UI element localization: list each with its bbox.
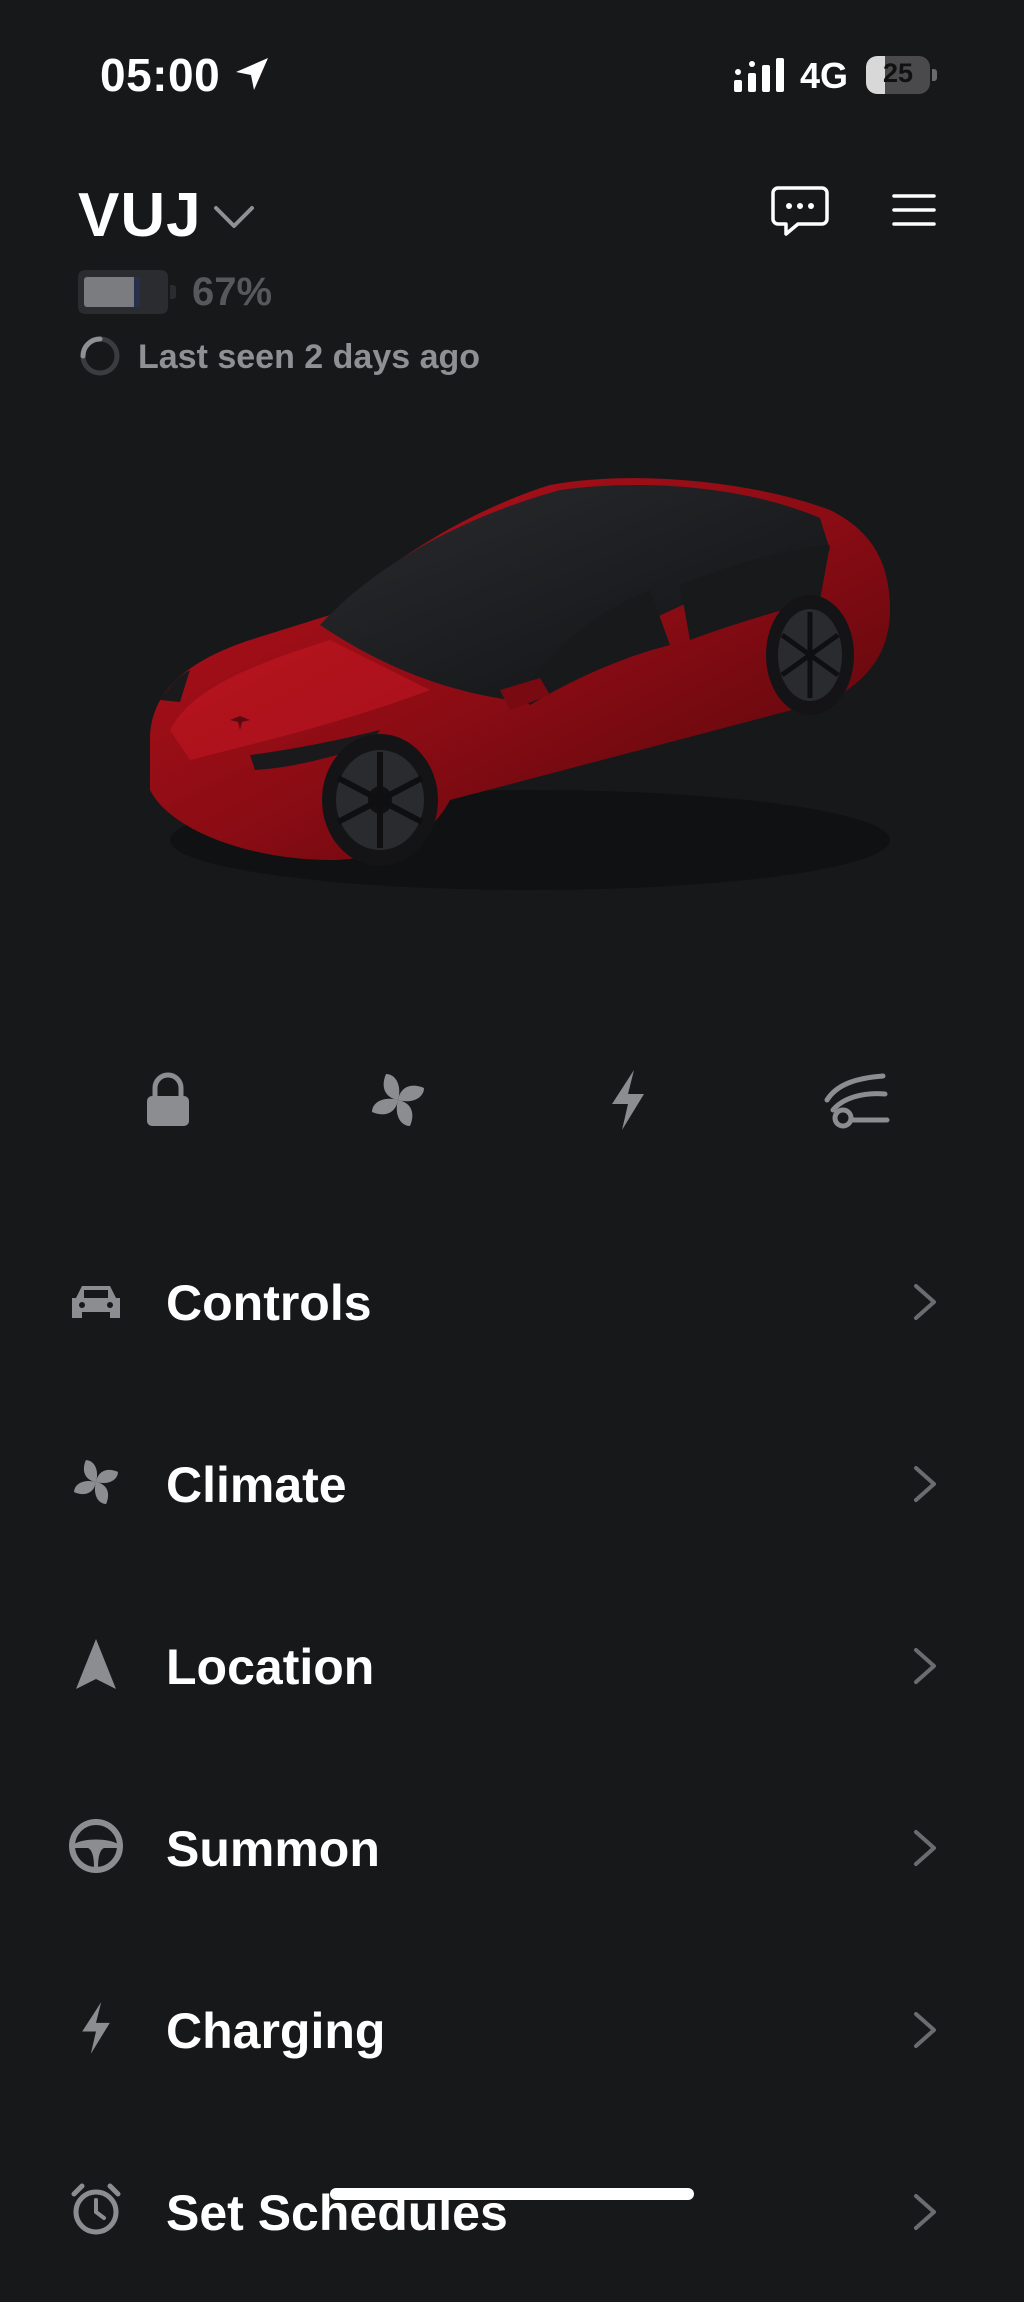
fan-icon <box>66 1452 126 1512</box>
menu-item-controls[interactable]: Controls <box>0 1210 1024 1392</box>
menu-item-label: Climate <box>166 1457 347 1513</box>
home-indicator[interactable] <box>330 2188 694 2200</box>
car-icon <box>66 1270 126 1330</box>
charge-button[interactable] <box>588 1060 668 1140</box>
chevron-right-icon <box>914 1466 936 1502</box>
menu-item-label: Charging <box>166 2003 386 2059</box>
vehicle-battery-icon <box>78 270 178 314</box>
climate-button[interactable] <box>358 1060 438 1140</box>
chevron-right-icon <box>914 2194 936 2230</box>
message-icon[interactable] <box>770 184 830 238</box>
menu-item-label: Location <box>166 1639 375 1695</box>
chevron-right-icon <box>914 2012 936 2048</box>
frunk-button[interactable] <box>818 1060 898 1140</box>
phone-battery-level: 25 <box>882 58 914 88</box>
bolt-icon <box>66 1998 126 2058</box>
chevron-right-icon <box>914 1648 936 1684</box>
chevron-right-icon <box>914 1284 936 1320</box>
status-bar: 05:00 4G 25 <box>0 0 1024 150</box>
network-type: 4G <box>800 55 849 96</box>
vehicle-name[interactable]: VUJ <box>78 180 202 251</box>
last-seen-status: Last seen 2 days ago <box>138 338 481 376</box>
lock-button[interactable] <box>128 1060 208 1140</box>
lock-icon <box>147 1072 189 1126</box>
phone-battery-icon: 25 <box>866 56 938 94</box>
menu-item-summon[interactable]: Summon <box>0 1756 1024 1938</box>
menu-item-label: Controls <box>166 1275 372 1331</box>
frunk-icon <box>824 1073 890 1129</box>
menu-item-climate[interactable]: Climate <box>0 1392 1024 1574</box>
steering-wheel-icon <box>66 1816 126 1876</box>
menu-item-label: Summon <box>166 1821 380 1877</box>
menu-item-set-schedules[interactable]: Set Schedules <box>0 2120 1024 2302</box>
vehicle-battery-percent: 67% <box>192 270 273 314</box>
vehicle-image <box>150 478 890 890</box>
fan-icon <box>372 1074 424 1126</box>
location-arrow-icon <box>236 58 268 90</box>
chevron-down-icon[interactable] <box>212 202 256 232</box>
menu-item-location[interactable]: Location <box>0 1574 1024 1756</box>
cellular-signal-icon <box>734 58 784 92</box>
menu-item-charging[interactable]: Charging <box>0 1938 1024 2120</box>
hamburger-menu-icon[interactable] <box>890 190 938 230</box>
status-time: 05:00 <box>100 49 221 101</box>
navigation-arrow-icon <box>66 1634 126 1694</box>
alarm-clock-icon <box>66 2180 126 2240</box>
quick-actions-bar <box>0 1050 1024 1150</box>
bolt-icon <box>612 1070 644 1130</box>
chevron-right-icon <box>914 1830 936 1866</box>
loading-spinner-icon <box>80 336 120 376</box>
